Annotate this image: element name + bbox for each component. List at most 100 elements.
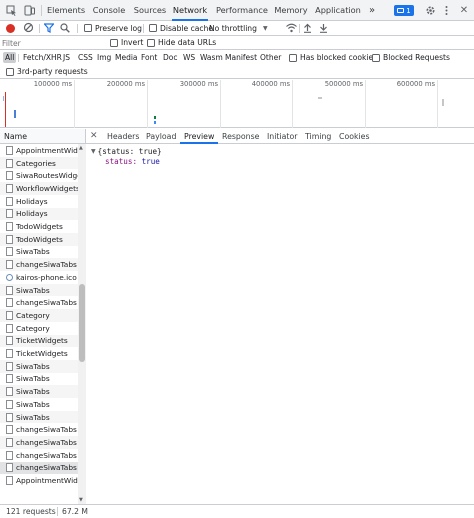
request-row[interactable]: TodoWidgets bbox=[0, 220, 78, 233]
invert-checkbox[interactable] bbox=[110, 39, 118, 47]
request-row[interactable]: Holidays bbox=[0, 207, 78, 221]
import-har-icon[interactable] bbox=[303, 23, 312, 35]
more-tabs-icon[interactable]: » bbox=[366, 0, 378, 21]
request-row[interactable]: SiwaTabs bbox=[0, 246, 78, 259]
tab-elements[interactable]: Elements bbox=[47, 0, 85, 21]
request-row[interactable]: Category bbox=[0, 322, 78, 335]
request-row[interactable]: Category bbox=[0, 309, 78, 322]
request-row[interactable]: changeSiwaTabs bbox=[0, 436, 78, 449]
has-blocked-cookies-label: Has blocked cookies bbox=[300, 53, 378, 62]
request-row[interactable]: SiwaTabs bbox=[0, 410, 78, 424]
request-row[interactable]: TicketWidgets bbox=[0, 334, 78, 348]
disable-cache-checkbox[interactable] bbox=[149, 24, 157, 32]
type-filter-img[interactable]: Img bbox=[95, 52, 113, 63]
request-name: changeSiwaTabs bbox=[16, 437, 77, 447]
type-filter-fetch-xhr[interactable]: Fetch/XHR bbox=[21, 52, 64, 63]
overview-gridline bbox=[220, 80, 221, 128]
tab-performance[interactable]: Performance bbox=[216, 0, 268, 21]
inspect-element-icon[interactable] bbox=[2, 0, 20, 21]
hide-data-urls-checkbox[interactable] bbox=[147, 39, 155, 47]
document-file-icon bbox=[6, 476, 13, 486]
request-name: changeSiwaTabs bbox=[16, 260, 77, 270]
wifi-icon[interactable] bbox=[286, 23, 297, 35]
type-filter-media[interactable]: Media bbox=[113, 52, 140, 63]
preserve-log-checkbox[interactable] bbox=[84, 24, 92, 32]
document-file-icon bbox=[6, 323, 13, 333]
request-row[interactable]: SiwaTabs bbox=[0, 359, 78, 373]
tab-cookies[interactable]: Cookies bbox=[339, 129, 370, 144]
tab-application[interactable]: Application bbox=[315, 0, 361, 21]
filter-icon[interactable] bbox=[43, 23, 55, 35]
request-row[interactable]: SiwaTabs bbox=[0, 385, 78, 398]
request-name: TodoWidgets bbox=[16, 234, 63, 244]
devtools-tab-bar: Elements Console Sources Network Perform… bbox=[0, 0, 474, 21]
scroll-down-icon[interactable]: ▼ bbox=[79, 497, 83, 503]
tab-memory[interactable]: Memory bbox=[273, 0, 309, 21]
tab-payload[interactable]: Payload bbox=[146, 129, 176, 144]
type-filter-ws[interactable]: WS bbox=[181, 52, 197, 63]
filter-input[interactable] bbox=[2, 37, 102, 49]
blocked-requests-checkbox[interactable] bbox=[372, 54, 380, 62]
request-row[interactable]: changeSiwaTabs bbox=[0, 296, 78, 309]
close-devtools-icon[interactable]: ✕ bbox=[457, 0, 471, 21]
request-name: TicketWidgets bbox=[16, 336, 68, 346]
tab-console[interactable]: Console bbox=[92, 0, 126, 21]
has-blocked-cookies-checkbox[interactable] bbox=[289, 54, 297, 62]
overview-tick-label: 600000 ms bbox=[396, 80, 435, 88]
third-party-checkbox[interactable] bbox=[6, 68, 14, 76]
request-row[interactable]: SiwaTabs bbox=[0, 373, 78, 386]
type-filter-manifest[interactable]: Manifest bbox=[223, 52, 259, 63]
document-file-icon bbox=[6, 399, 13, 409]
type-filter-js[interactable]: JS bbox=[61, 52, 72, 63]
request-row[interactable]: AppointmentWid... bbox=[0, 144, 78, 157]
scroll-up-icon[interactable]: ▲ bbox=[79, 145, 83, 151]
tab-timing[interactable]: Timing bbox=[305, 129, 331, 144]
clear-icon[interactable] bbox=[23, 22, 34, 35]
record-icon[interactable] bbox=[6, 24, 15, 33]
type-filter-all[interactable]: All bbox=[3, 52, 17, 63]
search-icon[interactable] bbox=[60, 23, 70, 35]
request-row[interactable]: changeSiwaTabs bbox=[0, 449, 78, 462]
request-row[interactable]: kairos-phone.ico bbox=[0, 271, 78, 284]
type-filter-wasm[interactable]: Wasm bbox=[198, 52, 225, 63]
request-row[interactable]: changeSiwaTabs bbox=[0, 423, 78, 436]
throttling-select[interactable]: No throttling ▼ bbox=[209, 22, 283, 35]
type-filter-doc[interactable]: Doc bbox=[161, 52, 180, 63]
request-row[interactable]: changeSiwaTabs bbox=[0, 461, 78, 475]
document-file-icon bbox=[6, 425, 13, 435]
document-file-icon bbox=[6, 260, 13, 270]
tab-sources[interactable]: Sources bbox=[133, 0, 167, 21]
issues-badge[interactable]: 1 bbox=[394, 5, 414, 16]
tab-initiator[interactable]: Initiator bbox=[267, 129, 297, 144]
tab-headers[interactable]: Headers bbox=[107, 129, 139, 144]
request-row[interactable]: SiwaTabs bbox=[0, 398, 78, 411]
scrollbar-thumb[interactable] bbox=[79, 284, 85, 362]
preserve-log-label: Preserve log bbox=[95, 24, 142, 33]
document-file-icon bbox=[6, 349, 13, 359]
kebab-menu-icon[interactable] bbox=[441, 0, 451, 21]
name-column-header[interactable]: Name bbox=[0, 129, 86, 144]
preview-value: true bbox=[141, 157, 160, 166]
document-file-icon bbox=[6, 450, 13, 460]
type-filter-font[interactable]: Font bbox=[139, 52, 159, 63]
request-row[interactable]: Holidays bbox=[0, 195, 78, 208]
tab-preview[interactable]: Preview bbox=[179, 129, 219, 144]
type-filter-css[interactable]: CSS bbox=[76, 52, 95, 63]
request-row[interactable]: TicketWidgets bbox=[0, 347, 78, 360]
gear-icon[interactable] bbox=[423, 0, 437, 21]
device-toolbar-icon[interactable] bbox=[20, 0, 38, 21]
export-har-icon[interactable] bbox=[319, 23, 328, 35]
tab-response[interactable]: Response bbox=[222, 129, 259, 144]
type-filter-other[interactable]: Other bbox=[258, 52, 283, 63]
request-row[interactable]: SiwaRoutesWidget bbox=[0, 169, 78, 182]
request-row[interactable]: AppointmentWid... bbox=[0, 474, 78, 487]
request-row[interactable]: changeSiwaTabs bbox=[0, 258, 78, 271]
request-row[interactable]: TodoWidgets bbox=[0, 232, 78, 246]
request-row[interactable]: Categories bbox=[0, 156, 78, 170]
close-icon[interactable]: ✕ bbox=[90, 131, 98, 141]
tab-network[interactable]: Network bbox=[172, 0, 208, 21]
preview-object-summary[interactable]: ▼ {status: true} bbox=[91, 147, 162, 156]
request-row[interactable]: WorkflowWidgets bbox=[0, 182, 78, 195]
invert-label: Invert bbox=[121, 38, 144, 47]
request-row[interactable]: SiwaTabs bbox=[0, 283, 78, 297]
